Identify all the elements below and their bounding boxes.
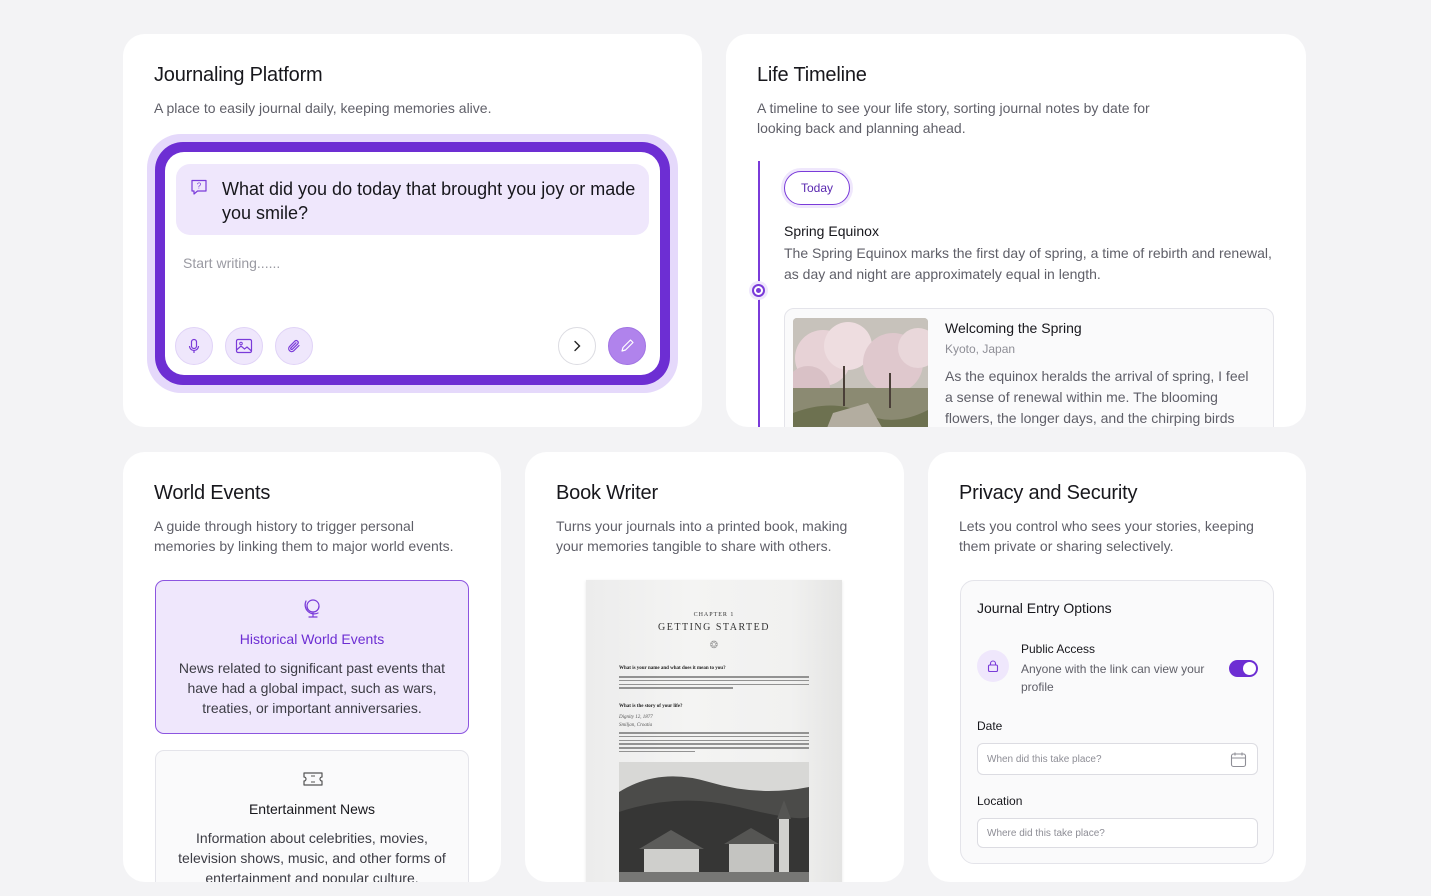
card-title: Privacy and Security	[959, 482, 1138, 504]
privacy-security-card: Privacy and Security Lets you control wh…	[928, 452, 1306, 882]
public-access-toggle[interactable]	[1229, 660, 1258, 677]
date-field[interactable]: When did this take place?	[977, 743, 1258, 775]
ornament: ❂	[709, 640, 719, 651]
svg-text:?: ?	[197, 182, 202, 191]
journal-text-area[interactable]: Start writing......	[183, 255, 280, 271]
today-button[interactable]: Today	[784, 171, 850, 205]
historical-events-option[interactable]: Historical World Events News related to …	[155, 580, 469, 734]
card-title: Life Timeline	[757, 64, 867, 86]
book-photo	[619, 762, 809, 882]
journal-entry-card[interactable]: Welcoming the Spring Kyoto, Japan As the…	[784, 308, 1274, 427]
question-bubble-icon: ?	[191, 179, 207, 195]
lock-icon	[987, 660, 999, 673]
microphone-icon	[188, 338, 200, 353]
place-line: Smiljan, Croatia	[619, 723, 653, 728]
chevron-right-icon	[574, 340, 581, 352]
location-label: Location	[977, 794, 1023, 808]
globe-icon	[304, 599, 320, 618]
timeline-marker[interactable]	[749, 281, 768, 300]
life-timeline-card: Life Timeline A timeline to see your lif…	[726, 34, 1306, 427]
options-title: Journal Entry Options	[977, 600, 1112, 616]
date-line: Dignity 12, 1877	[619, 715, 653, 720]
card-description: A place to easily journal daily, keeping…	[154, 100, 492, 116]
option-description: Information about celebrities, movies, t…	[178, 830, 446, 882]
lock-badge	[977, 650, 1009, 682]
pencil-icon	[621, 339, 634, 352]
journal-entry-options: Journal Entry Options Public Access Anyo…	[960, 580, 1274, 864]
option-title: Entertainment News	[248, 801, 376, 817]
calendar-icon[interactable]	[1230, 751, 1247, 768]
question-one: What is your name and what does it mean …	[619, 666, 726, 671]
option-description: News related to significant past events …	[178, 660, 446, 716]
location-field[interactable]: Where did this take place?	[977, 818, 1258, 848]
journal-editor[interactable]: ? What did you do today that brought you…	[165, 152, 660, 375]
paperclip-icon	[288, 340, 300, 353]
event-description: The Spring Equinox marks the first day o…	[784, 245, 1272, 282]
card-description: A guide through history to trigger perso…	[154, 518, 454, 554]
event-title: Spring Equinox	[784, 223, 879, 239]
image-icon	[235, 338, 253, 354]
ticket-icon	[303, 772, 323, 786]
journaling-platform-card: Journaling Platform A place to easily jo…	[123, 34, 702, 427]
book-page-preview: CHAPTER 1 GETTING STARTED ❂ What is your…	[586, 580, 842, 882]
entry-location: Kyoto, Japan	[945, 342, 1016, 356]
date-placeholder: When did this take place?	[987, 753, 1102, 765]
card-title: World Events	[154, 482, 271, 504]
book-writer-card: Book Writer Turns your journals into a p…	[525, 452, 904, 882]
public-access-label: Public Access	[1021, 642, 1096, 656]
write-button[interactable]	[608, 327, 646, 365]
attach-file-button[interactable]	[275, 327, 313, 365]
add-image-button[interactable]	[225, 327, 263, 365]
card-title: Journaling Platform	[154, 64, 323, 86]
paragraph-one	[619, 676, 809, 691]
location-placeholder: Where did this take place?	[987, 827, 1105, 839]
paragraph-two	[619, 732, 809, 755]
prompt-question: What did you do today that brought you j…	[222, 179, 636, 223]
voice-button[interactable]	[175, 327, 213, 365]
journal-prompt: ? What did you do today that brought you…	[176, 164, 649, 235]
card-description: Turns your journals into a printed book,…	[556, 518, 848, 554]
entertainment-news-option[interactable]: Entertainment News Information about cel…	[155, 750, 469, 882]
entry-body: As the equinox heralds the arrival of sp…	[945, 368, 1249, 426]
next-button[interactable]	[558, 327, 596, 365]
card-title: Book Writer	[556, 482, 658, 504]
option-title: Historical World Events	[239, 631, 385, 647]
question-two: What is the story of your life?	[619, 704, 683, 709]
card-description: Lets you control who sees your stories, …	[959, 518, 1254, 554]
chapter-title: GETTING STARTED	[658, 622, 770, 633]
public-access-description: Anyone with the link can view your profi…	[1021, 662, 1205, 694]
entry-photo	[793, 318, 928, 427]
entry-title: Welcoming the Spring	[945, 320, 1082, 336]
world-events-card: World Events A guide through history to …	[123, 452, 501, 882]
date-label: Date	[977, 719, 1003, 733]
card-description: A timeline to see your life story, sorti…	[757, 100, 1150, 136]
chapter-label: CHAPTER 1	[693, 612, 735, 618]
